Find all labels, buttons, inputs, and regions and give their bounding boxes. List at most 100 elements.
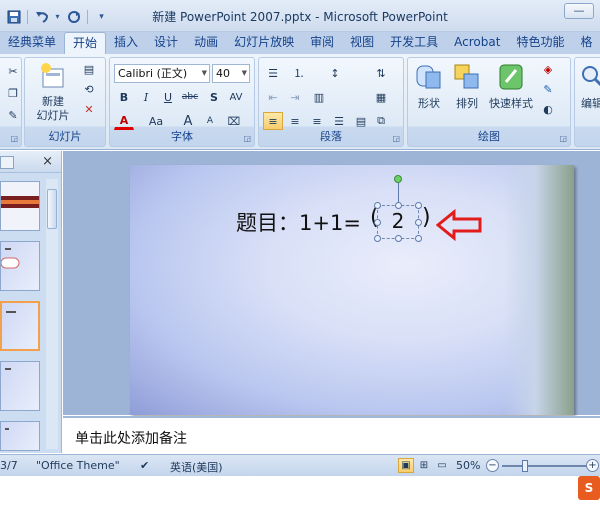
close-icon[interactable]: × xyxy=(42,154,53,169)
slides-group: 新建 幻灯片 ▤ ⟲ ✕ 幻灯片 xyxy=(24,57,106,147)
decrease-indent-icon[interactable]: ⇤ xyxy=(263,88,283,106)
align-text-icon[interactable]: ▦ xyxy=(371,88,391,106)
tab-animation[interactable]: 动画 xyxy=(186,32,226,54)
slide-thumbnail-image xyxy=(6,311,16,313)
zoom-level[interactable]: 50% xyxy=(456,459,480,472)
font-size-select[interactable]: 40 ▼ xyxy=(212,64,250,83)
tab-design[interactable]: 设计 xyxy=(146,32,186,54)
slide-thumbnail[interactable] xyxy=(0,241,40,291)
slides-tab[interactable] xyxy=(0,156,14,169)
scrollbar-thumb[interactable] xyxy=(47,189,57,229)
increase-indent-icon[interactable]: ⇥ xyxy=(285,88,305,106)
font-name-select[interactable]: Calibri (正文) ▼ xyxy=(114,64,210,83)
slide-thumbnail-image xyxy=(5,428,9,430)
paragraph-launcher-icon[interactable]: ◲ xyxy=(392,134,400,143)
normal-view-button[interactable]: ▣ xyxy=(398,458,414,473)
text-direction-icon[interactable]: ⇅ xyxy=(371,64,391,82)
tab-review[interactable]: 审阅 xyxy=(302,32,342,54)
slide-sorter-view-button[interactable]: ⊞ xyxy=(416,458,432,473)
notes-placeholder[interactable]: 单击此处添加备注 xyxy=(75,428,187,448)
underline-button[interactable]: U xyxy=(158,88,178,106)
line-spacing-icon[interactable]: ↕ xyxy=(325,64,345,82)
resize-handle[interactable] xyxy=(415,235,422,242)
shape-fill-icon[interactable]: ◈ xyxy=(538,60,558,78)
new-slide-label: 新建 幻灯片 xyxy=(36,95,70,122)
layout-icon[interactable]: ▤ xyxy=(79,60,99,78)
font-name-value: Calibri (正文) xyxy=(118,67,188,80)
clipboard-launcher-icon[interactable]: ◲ xyxy=(10,134,18,143)
tab-insert[interactable]: 插入 xyxy=(106,32,146,54)
slide-thumbnail-image xyxy=(1,182,39,230)
shapes-button[interactable]: 形状 xyxy=(412,62,446,111)
numbering-icon[interactable]: ⒈ xyxy=(289,64,309,82)
drawing-launcher-icon[interactable]: ◲ xyxy=(559,134,567,143)
slide-thumbnail-image xyxy=(0,248,20,269)
shapes-icon xyxy=(416,65,441,89)
tab-developer[interactable]: 开发工具 xyxy=(382,32,446,54)
format-painter-icon[interactable]: ✎ xyxy=(3,106,23,124)
resize-handle[interactable] xyxy=(395,235,402,242)
shape-outline-icon[interactable]: ✎ xyxy=(538,80,558,98)
clipboard-group: ✂ ❐ ✎ ◲ xyxy=(0,57,22,147)
spell-check-icon[interactable]: ✔ xyxy=(140,459,149,472)
tab-acrobat[interactable]: Acrobat xyxy=(446,32,508,54)
font-launcher-icon[interactable]: ◲ xyxy=(243,134,251,143)
quick-styles-button[interactable]: 快速样式 xyxy=(486,62,536,111)
slide-counter: 3/7 xyxy=(0,459,18,472)
paragraph-group: ☰ ⒈ ↕ ⇅ ⇤ ⇥ ▥ ▦ ≡ ≡ ≡ ☰ ▤ ⧉ 段落 ◲ xyxy=(258,57,404,147)
slides-group-label: 幻灯片 xyxy=(48,130,82,143)
character-spacing-button[interactable]: AV xyxy=(226,88,246,106)
title-bar: ▾ ▾ 新建 PowerPoint 2007.pptx - Microsoft … xyxy=(0,0,600,32)
paragraph-group-label: 段落 xyxy=(320,130,342,143)
columns-icon[interactable]: ▥ xyxy=(309,88,329,106)
cut-icon[interactable]: ✂ xyxy=(3,62,23,80)
slides-scrollbar[interactable] xyxy=(46,179,58,449)
slide-thumbnail[interactable] xyxy=(0,421,40,451)
zoom-slider-knob[interactable] xyxy=(522,460,528,472)
slide-show-view-button[interactable]: ▭ xyxy=(434,458,450,473)
slide-thumbnail-current[interactable] xyxy=(0,301,40,351)
chevron-down-icon: ▼ xyxy=(241,69,247,77)
tab-special-features[interactable]: 特色功能 xyxy=(508,32,572,54)
shape-effects-icon[interactable]: ◐ xyxy=(538,100,558,118)
strikethrough-button[interactable]: abc xyxy=(180,88,200,106)
minimize-button[interactable]: — xyxy=(564,3,594,19)
tab-view[interactable]: 视图 xyxy=(342,32,382,54)
resize-handle[interactable] xyxy=(374,219,381,226)
tab-home[interactable]: 开始 xyxy=(64,32,107,54)
zoom-out-button[interactable]: − xyxy=(486,459,499,472)
resize-handle[interactable] xyxy=(415,219,422,226)
bold-button[interactable]: B xyxy=(114,88,134,106)
slide-canvas[interactable]: 题目：1+1= ( 2 ) xyxy=(130,165,574,415)
copy-icon[interactable]: ❐ xyxy=(3,84,23,102)
zoom-in-button[interactable]: + xyxy=(586,459,599,472)
slide-thumbnail[interactable] xyxy=(0,181,40,231)
slides-panel: × xyxy=(0,151,62,453)
tab-format[interactable]: 格 xyxy=(572,32,600,54)
resize-handle[interactable] xyxy=(415,202,422,209)
slide-thumbnail[interactable] xyxy=(0,361,40,411)
reset-icon[interactable]: ⟲ xyxy=(79,80,99,98)
language-indicator[interactable]: 英语(美国) xyxy=(170,459,223,475)
edit-button[interactable]: 编辑 xyxy=(577,62,600,111)
new-slide-button[interactable]: 新建 幻灯片 xyxy=(31,62,75,123)
bullets-icon[interactable]: ☰ xyxy=(263,64,283,82)
resize-handle[interactable] xyxy=(374,235,381,242)
question-text[interactable]: 题目：1+1= xyxy=(236,207,361,237)
tab-classic-menu[interactable]: 经典菜单 xyxy=(0,32,64,54)
shadow-button[interactable]: S xyxy=(204,88,224,106)
zoom-slider[interactable] xyxy=(502,460,588,472)
right-parenthesis: ) xyxy=(422,205,431,230)
resize-handle[interactable] xyxy=(374,202,381,209)
arrange-button[interactable]: 排列 xyxy=(450,62,484,111)
delete-slide-icon[interactable]: ✕ xyxy=(79,100,99,118)
status-bar: 3/7 "Office Theme" ✔ 英语(美国) ▣ ⊞ ▭ 50% − … xyxy=(0,454,600,476)
italic-button[interactable]: I xyxy=(136,88,156,106)
answer-text[interactable]: 2 xyxy=(378,209,418,233)
tab-slide-show[interactable]: 幻灯片放映 xyxy=(226,32,302,54)
notes-pane[interactable]: 单击此处添加备注 xyxy=(63,416,600,454)
answer-textbox[interactable]: 2 xyxy=(374,202,422,242)
rotation-handle[interactable] xyxy=(394,175,402,183)
resize-handle[interactable] xyxy=(395,202,402,209)
ribbon: ✂ ❐ ✎ ◲ 新建 幻灯片 ▤ ⟲ ✕ 幻灯片 Calibri (正文) ▼ … xyxy=(0,54,600,150)
